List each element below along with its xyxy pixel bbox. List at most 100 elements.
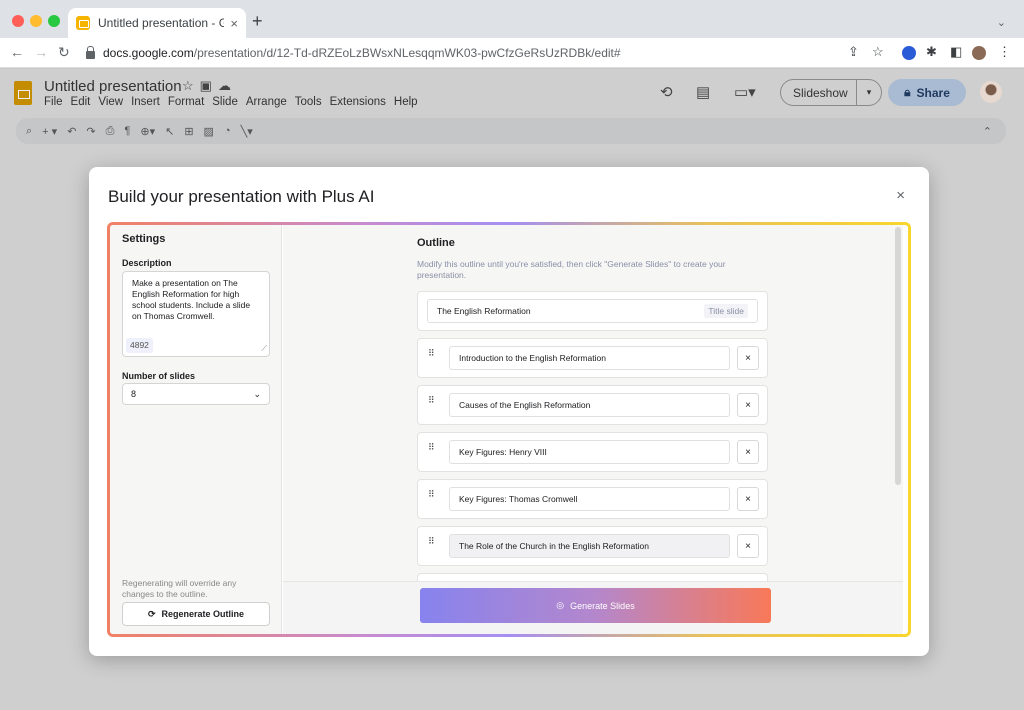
- star-icon[interactable]: ☆: [182, 78, 200, 93]
- resize-handle-icon[interactable]: ⟋: [261, 343, 267, 354]
- meet-camera-icon[interactable]: ▭▾: [734, 83, 756, 101]
- reload-icon[interactable]: ↻: [58, 44, 70, 61]
- forward-arrow-icon[interactable]: →: [34, 44, 48, 60]
- menu-edit[interactable]: Edit: [71, 96, 91, 108]
- share-page-icon[interactable]: ⇪: [848, 44, 859, 60]
- number-of-slides-select[interactable]: 8 ⌄: [122, 383, 270, 405]
- drag-handle-icon[interactable]: ⠿: [428, 537, 436, 546]
- paint-format-icon[interactable]: ¶: [124, 125, 130, 137]
- extensions-puzzle-icon[interactable]: ✱: [926, 44, 937, 60]
- new-slide-icon[interactable]: + ▾: [42, 125, 57, 138]
- title-slide-tag: Title slide: [704, 304, 748, 318]
- menu-extensions[interactable]: Extensions: [330, 96, 386, 108]
- modal-close-icon[interactable]: ×: [896, 187, 905, 204]
- close-window-dot[interactable]: [12, 15, 24, 27]
- remove-item-button[interactable]: ×: [737, 487, 759, 511]
- cloud-status-icon[interactable]: ☁: [218, 78, 237, 93]
- line-icon[interactable]: ╲▾: [241, 125, 253, 138]
- menu-slide[interactable]: Slide: [212, 96, 238, 108]
- outline-panel: Outline Modify this outline until you're…: [283, 225, 903, 634]
- bookmark-star-icon[interactable]: ☆: [872, 44, 884, 60]
- tab-title: Untitled presentation - Google: [98, 16, 225, 30]
- character-count-badge: 4892: [126, 338, 153, 353]
- outline-item-card: ⠿ Introduction to the English Reformatio…: [417, 338, 768, 378]
- outline-item-card: ⠿ The Role of the Church in the English …: [417, 526, 768, 566]
- drag-handle-icon[interactable]: ⠿: [428, 349, 436, 358]
- url-host: docs.google.com: [103, 46, 194, 60]
- zoom-icon[interactable]: ⊕▾: [140, 125, 155, 138]
- slides-logo-icon[interactable]: [14, 81, 32, 105]
- tab-close-icon[interactable]: ×: [230, 16, 238, 31]
- new-tab-button[interactable]: +: [252, 12, 263, 30]
- browser-tab[interactable]: Untitled presentation - Google ×: [68, 8, 246, 38]
- lock-icon: 🔒︎: [904, 85, 911, 99]
- generate-footer: ◎ Generate Slides: [283, 581, 903, 634]
- menu-file[interactable]: File: [44, 96, 63, 108]
- doc-title-icons: ☆▣☁: [182, 78, 237, 94]
- generate-slides-button[interactable]: ◎ Generate Slides: [420, 588, 771, 623]
- image-icon[interactable]: ▨: [204, 125, 214, 138]
- slideshow-caret-icon[interactable]: ▾: [857, 87, 881, 98]
- drag-handle-icon[interactable]: ⠿: [428, 490, 436, 499]
- title-slide-input[interactable]: The English Reformation Title slide: [427, 299, 758, 323]
- collapse-toolbar-icon[interactable]: ⌃: [983, 125, 992, 138]
- select-cursor-icon[interactable]: ↖: [165, 125, 174, 138]
- remove-item-button[interactable]: ×: [737, 393, 759, 417]
- outline-scrollbar[interactable]: [895, 227, 901, 485]
- outline-item-input[interactable]: Introduction to the English Reformation: [449, 346, 730, 370]
- menu-format[interactable]: Format: [168, 96, 204, 108]
- title-slide-text: The English Reformation: [437, 306, 531, 316]
- version-history-icon[interactable]: ⟲: [660, 83, 673, 101]
- regenerate-outline-button[interactable]: ⟳ Regenerate Outline: [122, 602, 270, 626]
- drag-handle-icon[interactable]: ⠿: [428, 443, 436, 452]
- menu-tools[interactable]: Tools: [295, 96, 322, 108]
- menu-view[interactable]: View: [98, 96, 123, 108]
- description-textarea[interactable]: Make a presentation on The English Refor…: [122, 271, 270, 357]
- plus-ai-modal: Build your presentation with Plus AI × S…: [89, 167, 929, 656]
- comments-icon[interactable]: ▤: [696, 83, 710, 101]
- shape-icon[interactable]: ◔: [224, 125, 231, 137]
- outline-item-card: ⠿ Key Figures: Thomas Cromwell ×: [417, 479, 768, 519]
- outline-item-input[interactable]: The Role of the Church in the English Re…: [449, 534, 730, 558]
- tab-search-chevron-icon[interactable]: ⌄: [997, 16, 1006, 29]
- chevron-down-icon: ⌄: [253, 388, 261, 399]
- outline-item-text: The Role of the Church in the English Re…: [459, 541, 649, 551]
- user-avatar[interactable]: [980, 81, 1002, 103]
- outline-item-input[interactable]: Key Figures: Henry VIII: [449, 440, 730, 464]
- extension-plus-ai-icon[interactable]: [902, 46, 916, 60]
- move-folder-icon[interactable]: ▣: [200, 78, 218, 93]
- menu-help[interactable]: Help: [394, 96, 418, 108]
- settings-panel: Settings Description Make a presentation…: [110, 225, 282, 634]
- remove-item-button[interactable]: ×: [737, 534, 759, 558]
- address-bar[interactable]: docs.google.com /presentation/d/12-Td-dR…: [80, 42, 820, 64]
- back-arrow-icon[interactable]: ←: [10, 44, 24, 60]
- text-box-icon[interactable]: ⊞: [184, 125, 193, 138]
- minimize-window-dot[interactable]: [30, 15, 42, 27]
- drag-handle-icon[interactable]: ⠿: [428, 396, 436, 405]
- regenerate-note: Regenerating will override any changes t…: [122, 578, 237, 599]
- search-icon[interactable]: ⌕: [26, 125, 32, 138]
- remove-item-button[interactable]: ×: [737, 440, 759, 464]
- redo-icon[interactable]: ↷: [86, 125, 95, 138]
- maximize-window-dot[interactable]: [48, 15, 60, 27]
- remove-item-button[interactable]: ×: [737, 346, 759, 370]
- outline-item-text: Introduction to the English Reformation: [459, 353, 606, 363]
- slideshow-button[interactable]: Slideshow ▾: [780, 79, 882, 106]
- share-button[interactable]: 🔒︎ Share: [888, 79, 966, 106]
- document-title[interactable]: Untitled presentation: [44, 78, 182, 95]
- outline-item-input[interactable]: Key Figures: Thomas Cromwell: [449, 487, 730, 511]
- number-of-slides-label: Number of slides: [122, 371, 196, 381]
- side-panel-icon[interactable]: ◧: [950, 44, 962, 60]
- menu-insert[interactable]: Insert: [131, 96, 160, 108]
- undo-icon[interactable]: ↶: [67, 125, 76, 138]
- outline-item-input[interactable]: Causes of the English Reformation: [449, 393, 730, 417]
- url-path: /presentation/d/12-Td-dRZEoLzBWsxNLesqqm…: [193, 46, 621, 60]
- outline-scroll-area[interactable]: Outline Modify this outline until you're…: [283, 225, 903, 581]
- menu-arrange[interactable]: Arrange: [246, 96, 287, 108]
- print-icon[interactable]: ⎙: [106, 125, 115, 138]
- profile-avatar-icon[interactable]: [972, 46, 986, 60]
- check-circle-icon: ◎: [556, 600, 565, 610]
- browser-menu-icon[interactable]: ⋮: [998, 44, 1011, 60]
- edit-toolbar: ⌕ + ▾ ↶ ↷ ⎙ ¶ ⊕▾ ↖ ⊞ ▨ ◔ ╲▾ ⌃: [16, 118, 1006, 144]
- share-label: Share: [916, 85, 950, 100]
